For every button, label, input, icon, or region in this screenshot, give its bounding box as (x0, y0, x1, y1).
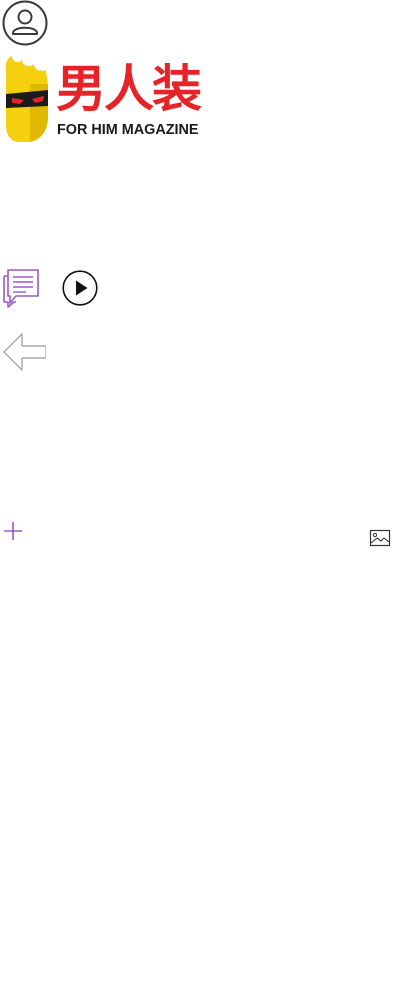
comment-icon (3, 269, 39, 308)
image-icon (369, 529, 391, 547)
account-button[interactable] (2, 0, 48, 46)
plus-icon (4, 522, 22, 540)
brand-name: 男人装 (56, 60, 202, 118)
brand-tagline: FOR HIM MAGAZINE (57, 122, 199, 138)
mascot-logo-icon (5, 56, 48, 142)
user-circle-icon (2, 0, 48, 46)
add-button[interactable] (2, 520, 24, 542)
image-button[interactable] (369, 528, 391, 548)
comment-button[interactable] (2, 266, 40, 308)
brand-logo[interactable]: 男人装 FOR HIM MAGAZINE (0, 56, 222, 142)
back-button[interactable] (2, 332, 46, 372)
play-button[interactable] (62, 270, 98, 306)
play-circle-icon (62, 270, 98, 306)
back-arrow-icon (3, 333, 46, 371)
